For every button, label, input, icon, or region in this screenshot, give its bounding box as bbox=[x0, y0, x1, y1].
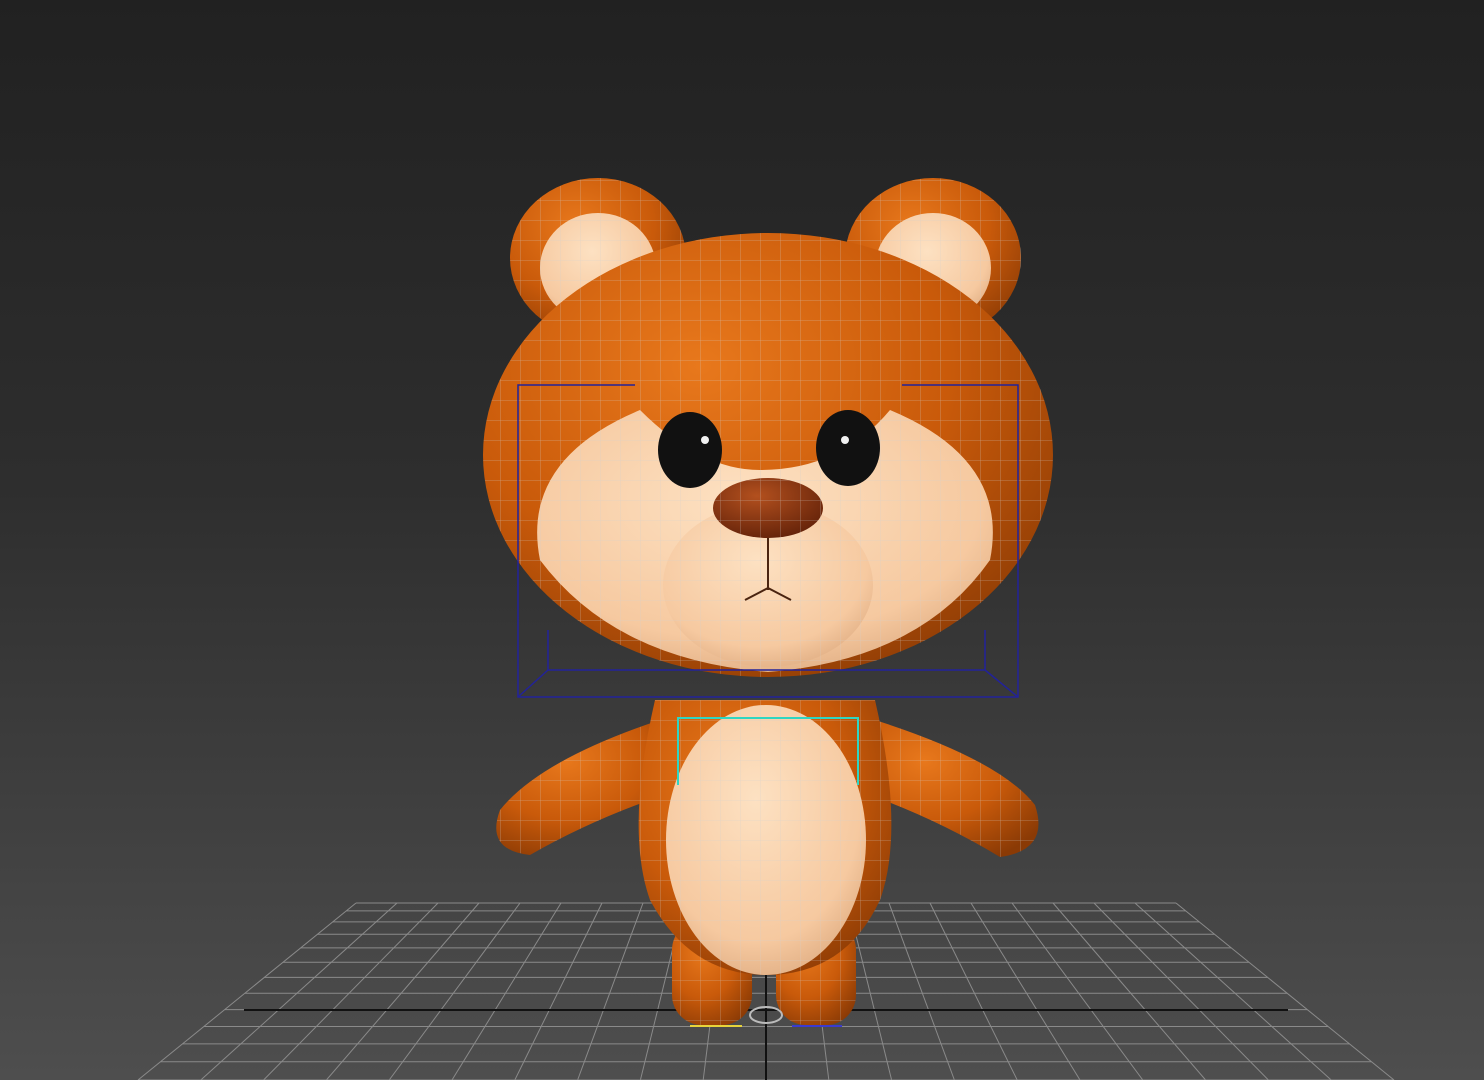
bear-head bbox=[483, 233, 1053, 677]
bear-nose bbox=[713, 478, 823, 538]
grid-line bbox=[577, 902, 644, 1080]
grid-line bbox=[1011, 902, 1144, 1080]
bear-model[interactable] bbox=[483, 178, 1053, 1025]
grid-line bbox=[200, 902, 398, 1080]
grid-line bbox=[137, 902, 357, 1080]
viewport-perspective[interactable] bbox=[0, 0, 1484, 1080]
grid-line bbox=[451, 902, 562, 1080]
grid-line bbox=[1093, 902, 1269, 1080]
grid-line bbox=[1134, 902, 1332, 1080]
bear-body bbox=[638, 700, 892, 975]
grid-line bbox=[326, 902, 480, 1080]
grid-line bbox=[514, 902, 603, 1080]
grid-line bbox=[1052, 902, 1206, 1080]
grid-line bbox=[263, 902, 439, 1080]
grid-line bbox=[929, 902, 1018, 1080]
grid-line bbox=[888, 902, 955, 1080]
grid-line bbox=[1175, 902, 1395, 1080]
scene-canvas[interactable] bbox=[0, 0, 1484, 1080]
grid-line bbox=[388, 902, 521, 1080]
grid-line bbox=[970, 902, 1081, 1080]
